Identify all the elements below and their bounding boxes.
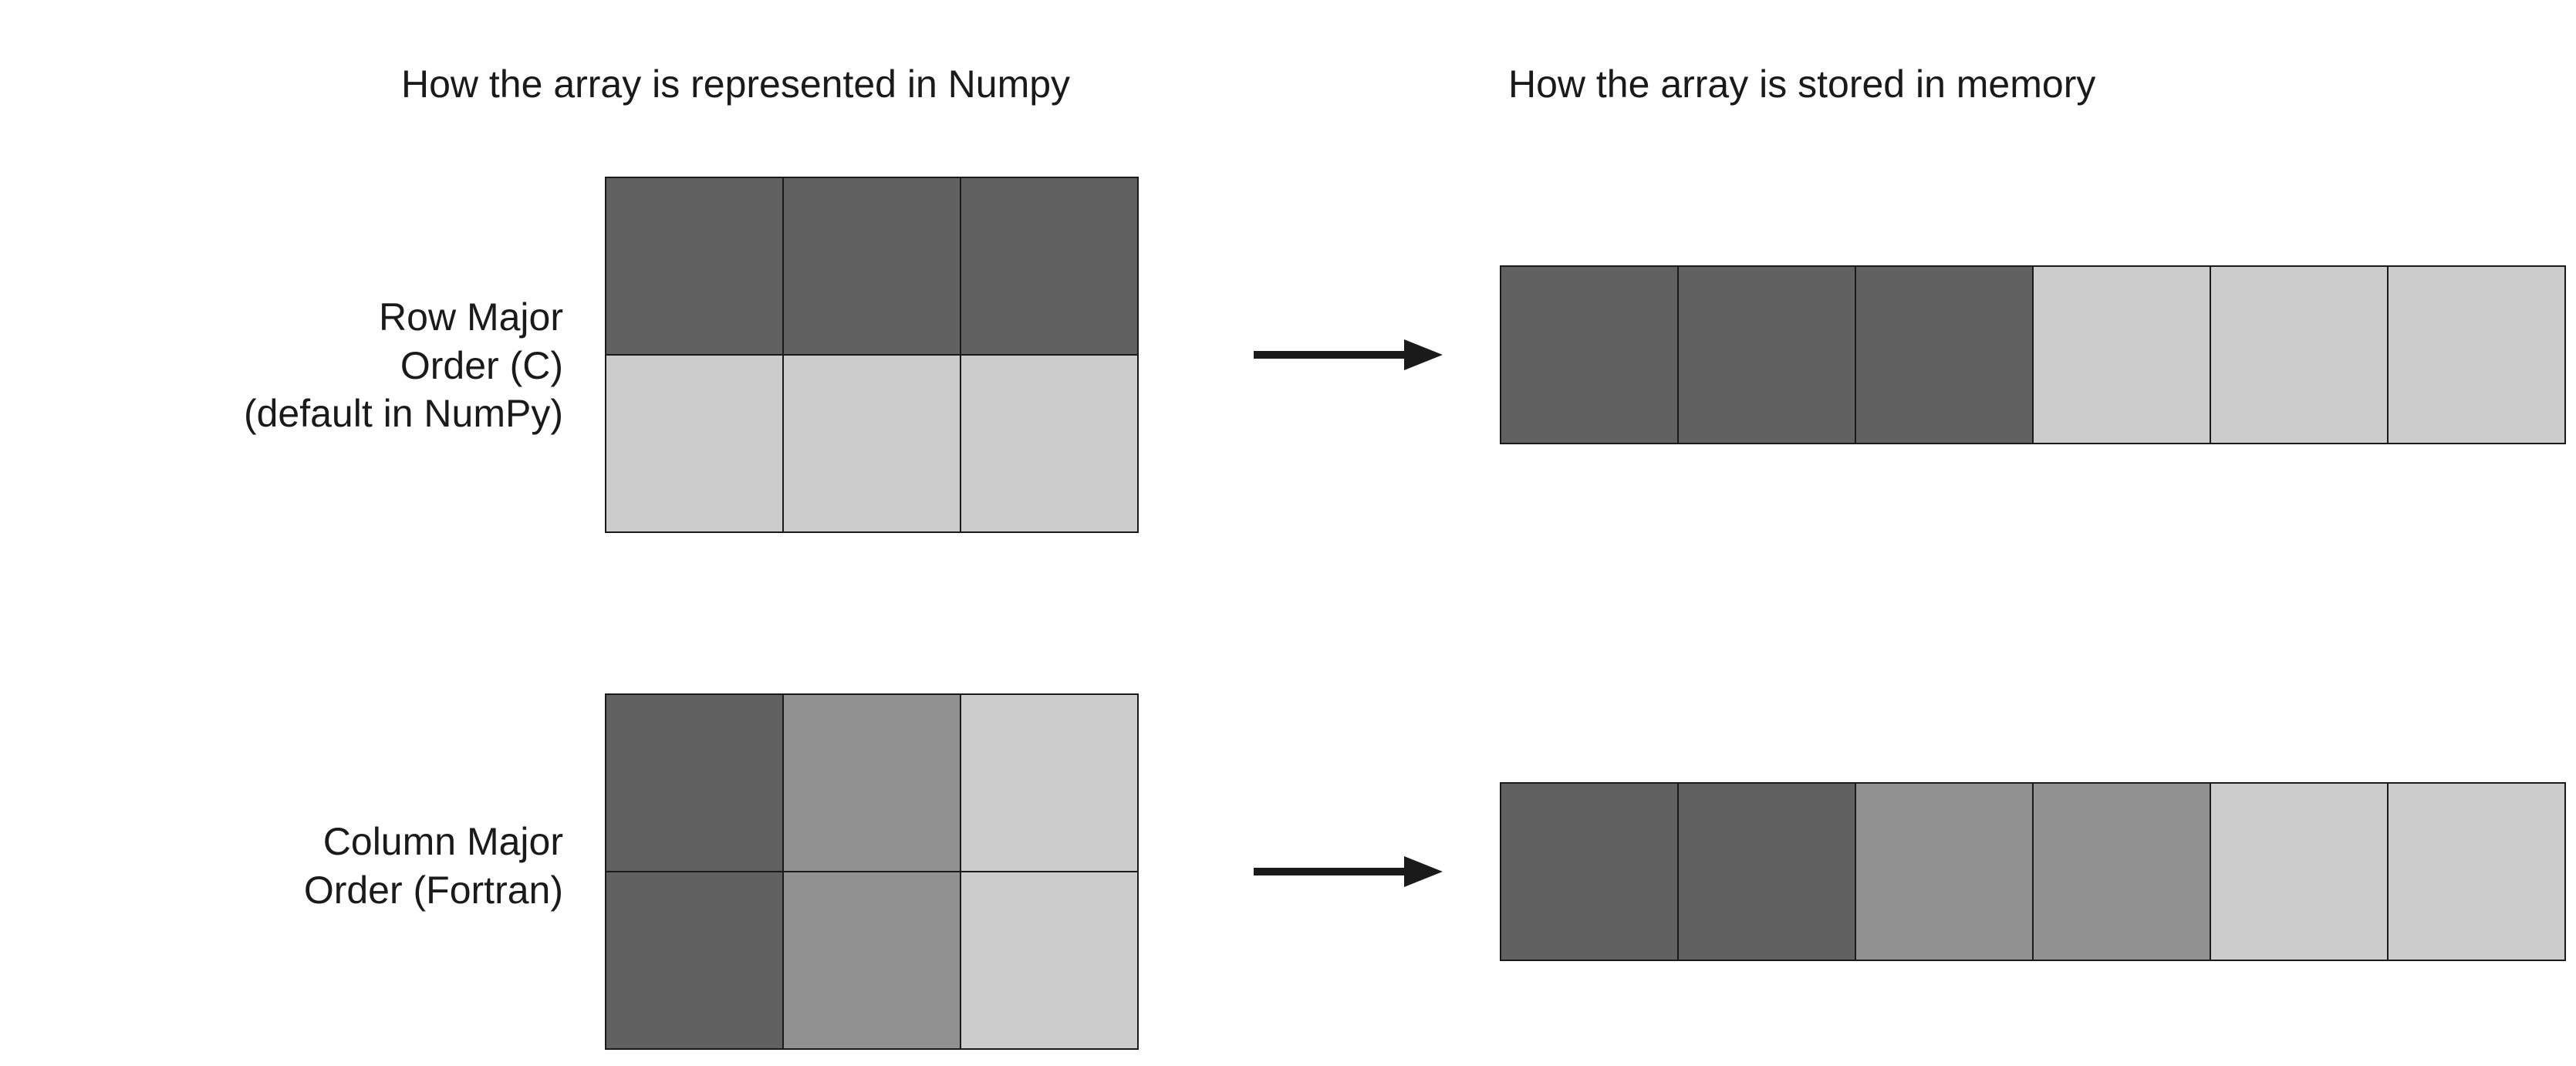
memory-row-major-1x6 [1501, 266, 2565, 444]
label-col-major: Column Major Order (Fortran) [304, 818, 563, 914]
memory-cell [2387, 265, 2566, 444]
grid-cell [960, 177, 1139, 356]
memory-cell [1855, 782, 2034, 961]
heading-left: How the array is represented in Numpy [401, 62, 1070, 106]
grid-cell [605, 354, 784, 533]
label-line: Order (C) [244, 342, 563, 390]
grid-cell [960, 354, 1139, 533]
memory-cell [2032, 265, 2211, 444]
arrow-icon [1250, 852, 1443, 891]
label-line: Order (Fortran) [304, 866, 563, 915]
grid-row-major-2x3 [606, 177, 1138, 532]
memory-cell [1677, 265, 1856, 444]
memory-col-major-1x6 [1501, 783, 2565, 960]
memory-cell [1500, 265, 1679, 444]
grid-cell [782, 354, 961, 533]
memory-cell [2032, 782, 2211, 961]
grid-cell [782, 693, 961, 872]
memory-cell [1855, 265, 2034, 444]
grid-cell [605, 693, 784, 872]
label-line: (default in NumPy) [244, 390, 563, 438]
grid-cell [782, 871, 961, 1050]
memory-cell [2210, 265, 2389, 444]
memory-cell [2387, 782, 2566, 961]
grid-cell [960, 693, 1139, 872]
grid-col-major-2x3 [606, 694, 1138, 1049]
arrow-icon [1250, 336, 1443, 374]
label-line: Row Major [244, 293, 563, 342]
heading-right: How the array is stored in memory [1508, 62, 2095, 106]
label-line: Column Major [304, 818, 563, 866]
grid-cell [782, 177, 961, 356]
memory-cell [2210, 782, 2389, 961]
grid-cell [605, 177, 784, 356]
memory-cell [1500, 782, 1679, 961]
label-row-major: Row Major Order (C) (default in NumPy) [244, 293, 563, 438]
grid-cell [605, 871, 784, 1050]
memory-cell [1677, 782, 1856, 961]
grid-cell [960, 871, 1139, 1050]
